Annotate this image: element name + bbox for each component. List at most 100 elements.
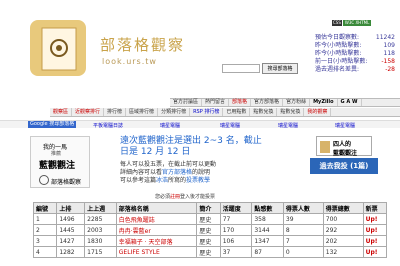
table-cell[interactable]: 歷史: [196, 224, 221, 236]
vote-up-link[interactable]: Up!: [362, 246, 388, 258]
column-header[interactable]: 上上週: [84, 202, 117, 214]
column-header[interactable]: 上排: [56, 202, 86, 214]
nav-item[interactable]: 熱門留言: [202, 99, 230, 106]
table-body: 1 1496 2285 白色飛魚躍誌 歷史 77 358 39 700 Up! 2 1445 2003 冉…: [32, 213, 388, 258]
eye-icon: [320, 141, 330, 153]
column-header[interactable]: 得票人數: [282, 202, 324, 214]
nav-item[interactable]: MyZillo: [310, 99, 338, 106]
nav-item[interactable]: 官方部落格: [251, 99, 284, 106]
table-cell: 0: [282, 246, 324, 258]
table-cell[interactable]: 歷史: [196, 235, 221, 247]
stat-row: 過去週排名差異: -28: [315, 66, 395, 74]
stat-row: 前一日(小時點擊數: -158: [315, 58, 395, 66]
main-nav: 觀察區 近觀察排行 排行榜 區域排行榜 分類排行榜 RSP 排行榜 已用點數 點數兌換 點數兌換…: [50, 108, 400, 117]
column-header[interactable]: 活躍度: [219, 202, 253, 214]
nav-item[interactable]: RSP 排行榜: [190, 108, 224, 116]
top-nav: 官方討論區 熱門留言 部落格 官方部落格 官方粉絲 MyZillo G A W: [170, 98, 400, 107]
table-cell: 1445: [56, 224, 86, 236]
band-link[interactable]: 平板電腦日誌: [93, 122, 123, 129]
announce-details: 每人可以投五票，在截止前可以更動 詳細內容可以看官方部落格的說明 可以參考這篇冰…: [120, 161, 216, 185]
promo-line2: 推薦: [51, 151, 62, 157]
nav-item[interactable]: 我的觀察: [304, 108, 332, 116]
blog-name-link[interactable]: 冉冉·雲藍er: [115, 224, 198, 236]
my-votes-button[interactable]: 過去我投 (1篇): [310, 158, 378, 174]
detail-text: 的說明: [192, 169, 211, 176]
nav-item[interactable]: 部落格: [229, 99, 252, 106]
column-header[interactable]: 得票總數: [322, 202, 364, 214]
table-cell: 37: [219, 246, 253, 258]
nav-item[interactable]: 排行榜: [104, 108, 127, 116]
promo-line4: 部落格觀察: [51, 179, 82, 186]
site-logo[interactable]: [28, 18, 88, 78]
band-link[interactable]: 瑞星電腦: [335, 122, 355, 129]
nav-item[interactable]: 已用點數: [223, 108, 251, 116]
validation-badge[interactable]: CSS W3C XHTML: [332, 20, 372, 26]
nav-item[interactable]: 官方粉絲: [283, 99, 311, 106]
notice-text: 登入: [180, 194, 191, 200]
table-cell: 358: [251, 213, 284, 225]
band-link[interactable]: 瑞星電腦: [220, 122, 240, 129]
band-link[interactable]: 瑞星電腦: [160, 122, 180, 129]
detail-line3: 可以參考這篇冰浩所寫的投票教學: [120, 177, 216, 185]
stat-row: 預估今日觀察數: 11242: [315, 34, 395, 42]
promo-right[interactable]: 四人的 藍觀觀注 過去我投 (1篇): [310, 136, 384, 182]
nav-item[interactable]: G A W: [338, 99, 362, 106]
table-cell: 3144: [251, 224, 284, 236]
vote-up-link[interactable]: Up!: [362, 235, 388, 247]
stat-value: 11242: [375, 34, 395, 41]
blog-name-link[interactable]: GELIFE STYLE: [115, 246, 198, 258]
notice-text: 您必須: [155, 194, 171, 200]
register-link[interactable]: 註冊: [170, 194, 180, 200]
column-header[interactable]: 點感數: [251, 202, 284, 214]
nav-item[interactable]: 分類排行榜: [158, 108, 191, 116]
table-cell: 7: [282, 235, 324, 247]
ranking-table: 編號 上排 上上週 部落格名稱 簡介 活躍度 點感數 得票人數 得票總數 新票 1 1496 2285…: [32, 202, 388, 258]
nav-item[interactable]: 區域排行榜: [126, 108, 159, 116]
table-cell: 1347: [251, 235, 284, 247]
google-search-button[interactable]: Google 搜尋部落格: [28, 121, 77, 128]
stats-panel: 預估今日觀察數: 11242 昨今(小時點擊數: 109 昨今(小時點擊數: 118 前一日…: [315, 34, 395, 74]
detail-line1: 每人可以投五票，在截止前可以更動: [120, 161, 217, 168]
vote-up-link[interactable]: Up!: [362, 224, 388, 236]
nav-item[interactable]: 近觀察排行: [72, 108, 105, 116]
tutorial-link[interactable]: 投票教學: [186, 177, 210, 184]
column-header[interactable]: 新票: [362, 202, 388, 214]
stat-value: -28: [385, 66, 395, 73]
login-notice: 您必須註冊登入後才能投票: [155, 193, 215, 200]
table-cell: 292: [322, 224, 364, 236]
table-cell[interactable]: 歷史: [196, 213, 221, 225]
nav-item[interactable]: 點數兌換: [250, 108, 278, 116]
nav-item[interactable]: 官方討論區: [170, 99, 203, 106]
header: 部落格觀察 look.urs.tw 搜尋部落格 CSS W3C XHTML 預估…: [0, 0, 400, 94]
table-cell: 39: [282, 213, 324, 225]
promo-right-line2: 藍觀觀注: [333, 150, 358, 157]
table-row: 2 1445 2003 冉冉·雲藍er 歷史 170 3144 8 292 Up!: [32, 224, 388, 236]
nav-item[interactable]: 點數兌換: [277, 108, 305, 116]
table-cell[interactable]: 歷史: [196, 246, 221, 258]
table-cell: 4: [32, 246, 58, 258]
stat-label: 前一日(小時點擊數:: [315, 58, 368, 65]
table-cell: 77: [219, 213, 253, 225]
logo-eye-icon: [30, 20, 86, 76]
column-header[interactable]: 簡介: [196, 202, 221, 214]
notice-text: 後才能投票: [190, 194, 216, 200]
table-header-row: 編號 上排 上上週 部落格名稱 簡介 活躍度 點感數 得票人數 得票總數 新票: [32, 202, 388, 214]
official-blog-link[interactable]: 官方部落格: [162, 169, 192, 176]
detail-text: 可以參考這篇: [120, 177, 157, 184]
author-link[interactable]: 冰浩: [156, 177, 168, 184]
nav-item[interactable]: 觀察區: [50, 108, 73, 116]
blog-name-link[interactable]: 白色飛魚躍誌: [115, 213, 198, 225]
vote-up-link[interactable]: Up!: [362, 213, 388, 225]
column-header[interactable]: 部落格名稱: [115, 202, 198, 214]
table-cell: 170: [219, 224, 253, 236]
column-header[interactable]: 編號: [32, 202, 58, 214]
search-button[interactable]: 搜尋部落格: [262, 63, 298, 74]
blog-name-link[interactable]: 幸福箱子 · 天空部落: [115, 235, 198, 247]
detail-text: 所寫的: [168, 177, 187, 184]
search-input[interactable]: [222, 64, 260, 73]
promo-left[interactable]: 我的一馬 推薦 藍觀觀注 部落格觀察: [30, 136, 90, 188]
band-link[interactable]: 瑞星電腦: [278, 122, 298, 129]
table-cell: 132: [322, 246, 364, 258]
table-cell: 1282: [56, 246, 86, 258]
announce-line1: 遠次藍觀觀注是選出 2~3 名，截止: [120, 136, 262, 146]
